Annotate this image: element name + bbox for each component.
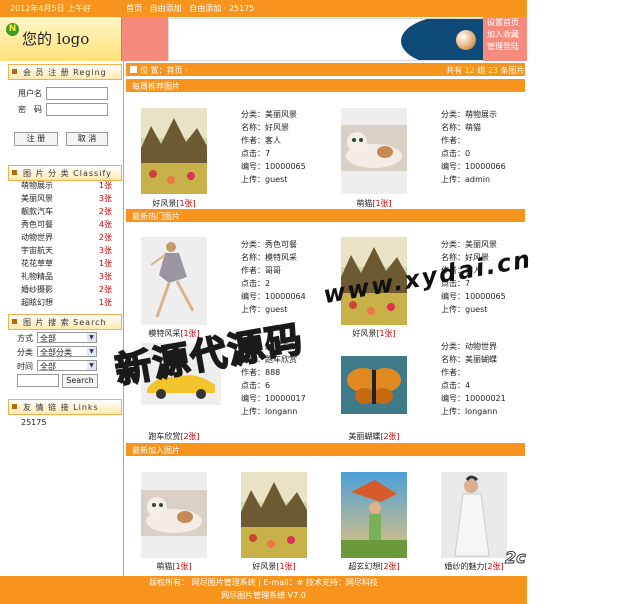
location-icon bbox=[130, 66, 137, 73]
cancel-button[interactable]: 取 消 bbox=[66, 132, 108, 146]
photo-thumbnail-model[interactable] bbox=[141, 237, 207, 325]
photo-thumbnail-wedding[interactable] bbox=[441, 472, 507, 558]
search-section-header: 图 片 搜 索 Search bbox=[8, 314, 122, 330]
friend-link[interactable]: 25175 bbox=[21, 418, 46, 427]
register-button[interactable]: 注 册 bbox=[14, 132, 58, 146]
photo-info: 分类：美丽风景 名称：好风景 作者：客人 点击：7 编号：10000065 上传：gues… bbox=[241, 110, 306, 184]
photo-thumbnail-scenery[interactable] bbox=[241, 472, 307, 558]
chevron-down-icon: ▼ bbox=[87, 347, 96, 356]
search-category-select[interactable]: 全部分类 ▼ bbox=[37, 346, 97, 357]
logo-mark-icon: N bbox=[6, 23, 19, 36]
header-banner bbox=[168, 18, 484, 61]
total-summary: 共有 12 组 23 条图片 bbox=[446, 66, 525, 75]
category-item[interactable]: 美丽风景 3张 bbox=[8, 193, 112, 205]
links-section-title: 友 情 链 接 Links bbox=[23, 403, 99, 412]
bullet-icon bbox=[12, 319, 17, 324]
category-item[interactable]: 萌物展示 1张 bbox=[8, 180, 112, 192]
category-item[interactable]: 靓款汽车 2张 bbox=[8, 206, 112, 218]
chevron-down-icon: ▼ bbox=[87, 333, 96, 342]
photo-info: 分类：动物世界 名称：美丽蝴蝶 作者： 点击：4 编号：10000021 上传：longa… bbox=[441, 342, 506, 416]
photo-caption[interactable]: 萌猫[1张] bbox=[329, 198, 419, 209]
top-bar: 2012年4月5日 上午好 首页 · 自由添加 · 自由添加 · 25175 bbox=[0, 0, 527, 17]
photo-thumbnail-cat[interactable] bbox=[341, 108, 407, 194]
search-section-title: 图 片 搜 索 Search bbox=[23, 318, 107, 327]
photo-caption[interactable]: 好风景[1张] bbox=[329, 328, 419, 339]
location-text: 位 置：首页 · bbox=[140, 66, 188, 75]
globe-icon bbox=[456, 30, 476, 50]
bullet-icon bbox=[12, 69, 17, 74]
category-item[interactable]: 花花草草 1张 bbox=[8, 258, 112, 270]
bullet-icon bbox=[12, 170, 17, 175]
photo-thumbnail-cat[interactable] bbox=[141, 472, 207, 558]
photo-thumbnail-scenery[interactable] bbox=[141, 108, 207, 194]
location-bar: 位 置：首页 · 共有 12 组 23 条图片 bbox=[126, 63, 525, 76]
watermark-corner: 2c bbox=[505, 548, 527, 568]
site-logo[interactable]: N 您的 logo bbox=[0, 17, 122, 61]
classify-section-title: 图 片 分 类 Classify bbox=[23, 169, 112, 178]
search-keyword-input[interactable] bbox=[17, 374, 59, 387]
chevron-down-icon: ▼ bbox=[87, 361, 96, 370]
add-favorite-link[interactable]: 加入收藏 bbox=[483, 29, 527, 41]
links-section-header: 友 情 链 接 Links bbox=[8, 399, 122, 415]
password-input[interactable] bbox=[46, 103, 108, 116]
category-item[interactable]: 礼物精品 3张 bbox=[8, 271, 112, 283]
search-time-label: 时间 bbox=[17, 362, 33, 371]
category-item[interactable]: 婚纱摄影 2张 bbox=[8, 284, 112, 296]
photo-caption[interactable]: 好风景[1张] bbox=[129, 198, 219, 209]
photo-info: 分类：秀色可餐 名称：模特风采 作者：哥哥 点击：2 编号：10000064 上传：gue… bbox=[241, 240, 306, 314]
search-time-select[interactable]: 全部 ▼ bbox=[37, 360, 97, 371]
photo-caption[interactable]: 美丽蝴蝶[2张] bbox=[329, 431, 419, 442]
photo-thumbnail-butterfly[interactable] bbox=[341, 356, 407, 414]
site-header: N 您的 logo 设置首页 加入收藏 管理登陆 bbox=[0, 17, 527, 61]
breadcrumb-links[interactable]: 首页 · 自由添加 · 自由添加 · 25175 bbox=[126, 3, 254, 14]
search-category-label: 分类 bbox=[17, 348, 33, 357]
username-label: 用户名 bbox=[18, 89, 42, 98]
login-section-header: 会 员 注 册 Reging bbox=[8, 64, 122, 80]
category-item[interactable]: 动物世界 2张 bbox=[8, 232, 112, 244]
photo-caption[interactable]: 好风景[1张] bbox=[229, 561, 319, 572]
logo-text: 您的 logo bbox=[22, 30, 90, 48]
category-item[interactable]: 秀色可餐 4张 bbox=[8, 219, 112, 231]
classify-section-header: 图 片 分 类 Classify bbox=[8, 165, 122, 181]
main-content: 位 置：首页 · 共有 12 组 23 条图片 每周推荐图片 好风景[1张] 分… bbox=[124, 61, 527, 576]
page: 2012年4月5日 上午好 首页 · 自由添加 · 自由添加 · 25175 N… bbox=[0, 0, 527, 604]
weekly-recommend-header: 每周推荐图片 bbox=[126, 79, 525, 92]
photo-caption[interactable]: 超玄幻想[2张] bbox=[329, 561, 419, 572]
hot-photos-header: 最新热门图片 bbox=[126, 209, 525, 222]
password-label: 密 码 bbox=[18, 105, 42, 114]
new-photos-header: 最新加入图片 bbox=[126, 443, 525, 456]
photo-thumbnail-fantasy[interactable] bbox=[341, 472, 407, 558]
site-footer: 版权所有： 网尽图片管理系统 | E-mail：# 技术支持：网尽科技 网尽图片… bbox=[0, 576, 527, 604]
left-sidebar: 会 员 注 册 Reging 用户名 密 码 注 册 取 消 图 片 分 类 C… bbox=[0, 61, 124, 576]
header-links: 设置首页 加入收藏 管理登陆 bbox=[483, 17, 527, 61]
category-item[interactable]: 超眩幻想 1张 bbox=[8, 297, 112, 309]
admin-login-link[interactable]: 管理登陆 bbox=[483, 41, 527, 53]
login-section-title: 会 员 注 册 Reging bbox=[23, 68, 107, 77]
photo-caption[interactable]: 跑车欣赏[2张] bbox=[129, 431, 219, 442]
search-mode-select[interactable]: 全部 ▼ bbox=[37, 332, 97, 343]
footer-version: 网尽图片管理系统 V7.0 bbox=[221, 591, 306, 600]
bullet-icon bbox=[12, 404, 17, 409]
search-button[interactable]: Search bbox=[62, 374, 98, 388]
photo-info: 分类：萌物展示 名称：萌猫 作者： 点击：0 编号：10000066 上传：admin bbox=[441, 110, 506, 184]
search-mode-label: 方式 bbox=[17, 334, 33, 343]
photo-caption[interactable]: 萌猫[1张] bbox=[129, 561, 219, 572]
date-greeting: 2012年4月5日 上午好 bbox=[10, 4, 92, 13]
category-item[interactable]: 宇宙航天 3张 bbox=[8, 245, 112, 257]
username-input[interactable] bbox=[46, 87, 108, 100]
set-homepage-link[interactable]: 设置首页 bbox=[483, 17, 527, 29]
banner-left-block bbox=[122, 17, 168, 61]
footer-copyright: 版权所有： 网尽图片管理系统 | E-mail：# 技术支持：网尽科技 bbox=[149, 578, 378, 587]
